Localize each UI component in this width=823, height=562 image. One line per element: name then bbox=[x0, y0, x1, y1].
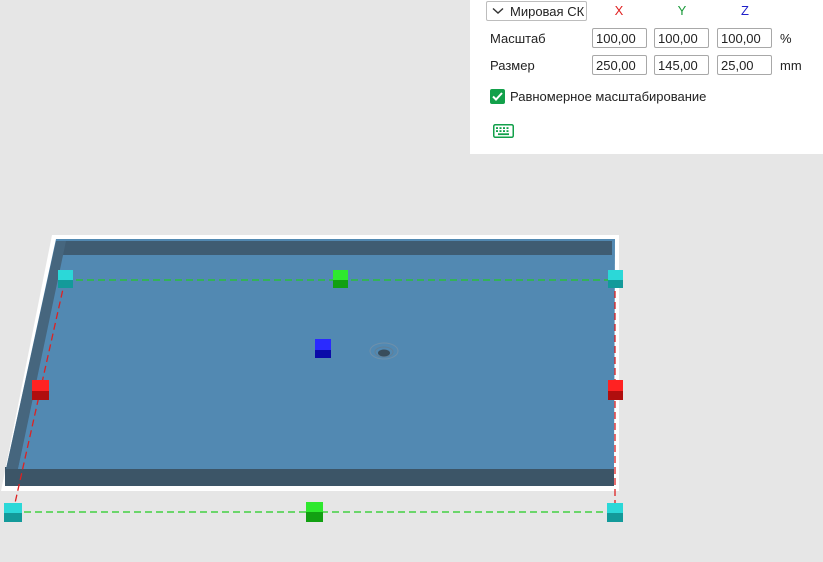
coord-system-dropdown[interactable]: Мировая СК bbox=[486, 1, 587, 21]
gizmo-corner-handle-top-right[interactable] bbox=[608, 270, 623, 288]
size-unit: mm bbox=[780, 58, 802, 73]
size-x-input[interactable] bbox=[592, 55, 647, 75]
scale-z-input[interactable] bbox=[717, 28, 772, 48]
gizmo-corner-handle-bottom-left[interactable] bbox=[4, 503, 22, 522]
scale-unit: % bbox=[780, 31, 792, 46]
plate-floor bbox=[18, 255, 612, 469]
gizmo-y-handle-top[interactable] bbox=[333, 270, 348, 288]
coord-system-value: Мировая СК bbox=[510, 3, 585, 19]
scale-y-input[interactable] bbox=[654, 28, 709, 48]
gizmo-corner-handle-top-left[interactable] bbox=[58, 270, 73, 288]
axis-label-y: Y bbox=[677, 3, 687, 18]
size-label: Размер bbox=[490, 58, 535, 73]
chevron-down-icon bbox=[492, 7, 504, 14]
plate-rim-back bbox=[56, 241, 612, 255]
uniform-scaling-checkbox[interactable] bbox=[490, 89, 505, 104]
gizmo-y-handle-bottom[interactable] bbox=[306, 502, 323, 522]
transform-panel: Мировая СК X Y Z Масштаб % Размер mm Рав… bbox=[470, 0, 823, 154]
uniform-scaling-option[interactable]: Равномерное масштабирование bbox=[490, 89, 706, 104]
plate-front-side bbox=[5, 467, 614, 486]
uniform-scaling-label: Равномерное масштабирование bbox=[510, 89, 707, 104]
gizmo-x-handle-right[interactable] bbox=[608, 380, 623, 400]
gizmo-corner-handle-bottom-right[interactable] bbox=[607, 503, 623, 522]
axis-label-x: X bbox=[614, 3, 624, 18]
keyboard-icon[interactable] bbox=[493, 124, 514, 138]
size-z-input[interactable] bbox=[717, 55, 772, 75]
axis-label-z: Z bbox=[741, 3, 749, 18]
scale-x-input[interactable] bbox=[592, 28, 647, 48]
scale-label: Масштаб bbox=[490, 31, 546, 46]
gizmo-x-handle-left[interactable] bbox=[32, 380, 49, 400]
gizmo-z-handle[interactable] bbox=[315, 339, 331, 358]
size-y-input[interactable] bbox=[654, 55, 709, 75]
checkmark-icon bbox=[492, 92, 503, 101]
